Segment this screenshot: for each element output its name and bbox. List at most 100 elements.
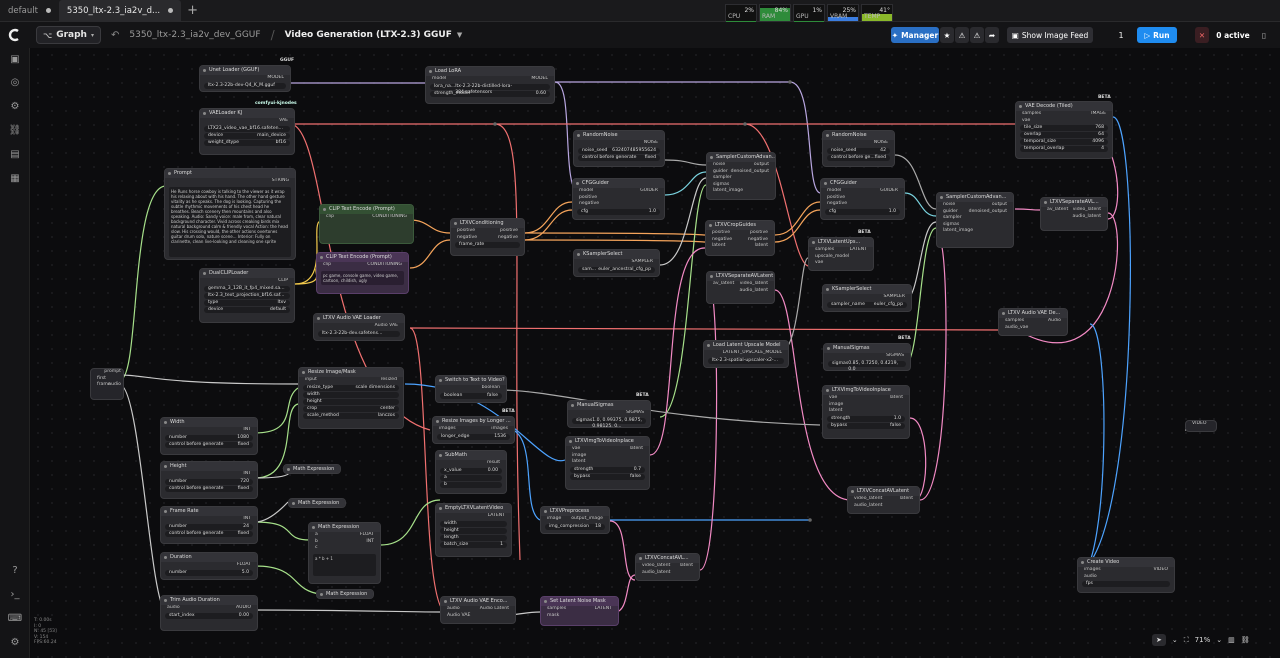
zoom-level[interactable]: 71% <box>1195 636 1211 644</box>
width-input[interactable]: width <box>303 391 399 398</box>
cancel-icon[interactable]: ✕ <box>1195 27 1209 43</box>
undo-icon[interactable]: ↶ <box>111 30 119 41</box>
a-input[interactable]: a <box>440 474 502 481</box>
node-width[interactable]: Width INT number 1080 control before gene… <box>160 417 258 455</box>
dtype-select[interactable]: weight_dtype bf16 <box>204 139 290 146</box>
node-prompt[interactable]: Prompt STRING He Runs horse cowboy is ta… <box>164 168 296 260</box>
share-icon[interactable]: ➦ <box>985 27 999 43</box>
settings-icon[interactable]: ⚙ <box>9 636 21 648</box>
x-value-input[interactable]: x_value 0.00 <box>440 467 502 474</box>
terminal-icon[interactable]: ›_ <box>9 588 21 600</box>
node-math-expression-3[interactable]: Math Expression a FLOAT b INT c a * b + 1 <box>308 522 381 584</box>
height-number-input[interactable]: number 720 <box>165 478 253 485</box>
node-ltxv-concat-av-latent-1[interactable]: LTXVConcatAVL... video_latent latent audi… <box>635 553 700 581</box>
nodes-icon[interactable]: ⚙ <box>9 100 21 112</box>
chevron-down-icon[interactable]: ▼ <box>457 31 462 39</box>
control-select[interactable]: control before generate fixed <box>165 530 253 537</box>
workflow-icon[interactable]: ⛓ <box>9 124 22 136</box>
sigmas-input[interactable]: sigmas 1.0, 0.99375, 0.9875, 0.98125, 0..… <box>572 417 646 427</box>
star-icon[interactable]: ★ <box>940 27 954 43</box>
workflow-title[interactable]: Video Generation (LTX-2.3) GGUF <box>285 30 452 40</box>
browser-tab-default[interactable]: default <box>0 0 59 22</box>
type-select[interactable]: type ltxv <box>204 299 290 306</box>
noise-seed-input[interactable]: noise_seed 632407485955624 <box>578 147 660 154</box>
node-dualclip-loader[interactable]: DualCLIPLoader CLIP gemma_3_12B_it_fp4_m… <box>199 268 295 323</box>
node-ltxv-separate-av-latent-1[interactable]: LTXVSeparateAVLatent av_latent video_late… <box>706 271 775 304</box>
images-icon[interactable]: ▣ <box>9 53 21 65</box>
node-switch-text-to-video[interactable]: Switch to Text to Video? boolean boolean… <box>435 375 507 403</box>
node-ltxv-conditioning[interactable]: LTXVConditioning positive positive negati… <box>450 218 525 256</box>
node-height[interactable]: Height INT number 720 control before gene… <box>160 461 258 499</box>
node-vae-loader[interactable]: VAELoader KJ VAE LTX23_video_vae_bf16.sa… <box>199 108 295 155</box>
strength-input[interactable]: strength 1.0 <box>827 415 905 422</box>
tile-size-input[interactable]: tile_size 768 <box>1020 125 1108 131</box>
node-frame-rate[interactable]: Frame Rate INT number 24 control before g… <box>160 506 258 544</box>
node-ltxv-audio-vae-encode[interactable]: LTXV Audio VAE Enco... audio Audio Latent… <box>440 596 516 624</box>
bypass-toggle[interactable]: bypass false <box>827 422 905 429</box>
clip1-select[interactable]: gemma_3_12B_it_fp4_mixed.sa... <box>204 285 290 292</box>
longer-edge-input[interactable]: longer_edge 1536 <box>437 433 510 440</box>
node-sampler-custom-advanced-2[interactable]: SamplerCustomAdvan... noise output guider… <box>936 192 1014 248</box>
boolean-toggle[interactable]: boolean false <box>440 392 502 399</box>
node-ltxv-preprocess[interactable]: LTXVPreprocess image output_image img_com… <box>540 506 610 534</box>
link-visibility-icon[interactable]: ⛓ <box>1241 636 1250 644</box>
show-image-feed-button[interactable]: ▣ Show Image Feed <box>1007 27 1093 43</box>
temporal-overlap-input[interactable]: temporal_overlap 4 <box>1020 146 1108 152</box>
b-input[interactable]: b <box>440 481 502 488</box>
negative-prompt-textarea[interactable]: pc game, console game, video game, carto… <box>321 270 404 285</box>
node-resize-images-longer-edge[interactable]: Resize Images by Longer ... images images… <box>432 416 515 444</box>
comfy-logo-icon[interactable] <box>0 22 30 48</box>
node-sampler-custom-advanced-1[interactable]: SamplerCustomAdvan... noise output guider… <box>706 152 776 200</box>
node-ltxv-latent-upsampler[interactable]: LTXVLatentUps... samples LATENT upscale_m… <box>808 237 874 271</box>
overlap-input[interactable]: overlap 64 <box>1020 132 1108 138</box>
sigmas-input[interactable]: sigmas 0.85, 0.7250, 0.4219, 0.0 <box>828 360 906 370</box>
duration-number-input[interactable]: number 5.0 <box>165 569 253 576</box>
node-cfg-guider-1[interactable]: CFGGuider model GUIDER positive negative … <box>572 178 665 220</box>
temporal-size-input[interactable]: temporal_size 4096 <box>1020 139 1108 145</box>
node-math-expression-4[interactable]: Math Expression <box>316 589 374 599</box>
workflow-output-node[interactable]: VIDEO <box>1185 420 1217 432</box>
height-input[interactable]: height <box>440 527 507 534</box>
node-ltxv-img-to-video-inplace-1[interactable]: LTXVImgToVideoInplace vae latent image la… <box>565 436 650 490</box>
node-set-latent-noise-mask[interactable]: Set Latent Noise Mask samples LATENT mask <box>540 596 619 626</box>
crop-select[interactable]: crop center <box>303 405 399 412</box>
node-ksampler-select-2[interactable]: KSamplerSelect SAMPLER sampler_name euler… <box>822 284 912 312</box>
warning-icon[interactable]: ⚠ <box>955 27 969 43</box>
models-icon[interactable]: ◎ <box>9 76 21 88</box>
queue-icon[interactable]: ▤ <box>9 148 21 160</box>
node-vae-decode-tiled[interactable]: VAE Decode (Tiled) samples IMAGE vae tile… <box>1015 101 1113 159</box>
expression-textarea[interactable]: a * b + 1 <box>313 553 376 576</box>
node-manual-sigmas-1[interactable]: ManualSigmas SIGMAS sigmas 1.0, 0.99375, … <box>567 400 651 428</box>
node-create-video[interactable]: Create Video images VIDEO audio fps <box>1077 557 1175 593</box>
prompt-textarea[interactable]: He Runs horse cowboy is talking to the v… <box>169 186 291 257</box>
cfg-input[interactable]: cfg 1.0 <box>825 208 900 215</box>
width-input[interactable]: width <box>440 520 507 527</box>
unet-name-select[interactable]: ltx-2.3-22b-dev-Q4_K_M.gguf <box>204 82 286 89</box>
lora-name-select[interactable]: lora_na... ltx-2.3-22b-distilled-lora-384… <box>430 83 550 95</box>
frame-rate-input[interactable]: frame_rate <box>455 242 520 248</box>
node-duration[interactable]: Duration FLOAT number 5.0 <box>160 552 258 580</box>
keyboard-icon[interactable]: ⌨ <box>8 612 22 624</box>
node-audio-vae-loader[interactable]: LTXV Audio VAE Loader Audio VAE ltx-2.3-… <box>313 313 405 341</box>
node-empty-ltxv-latent-video[interactable]: EmptyLTXVLatentVideo LATENT width height… <box>435 503 512 557</box>
queue-status[interactable]: 0 active <box>1213 27 1253 43</box>
resize-type-select[interactable]: resize_type scale dimensions <box>303 384 399 391</box>
help-icon[interactable]: ? <box>9 564 21 576</box>
frame-rate-number-input[interactable]: number 24 <box>165 523 253 530</box>
browser-tab-workflow[interactable]: 5350_ltx-2.3_ia2v_d... <box>58 0 182 22</box>
node-load-lora[interactable]: Load LoRA model MODEL lora_na... ltx-2.3-2… <box>425 66 555 104</box>
cfg-input[interactable]: cfg 1.0 <box>577 208 660 215</box>
select-tool-icon[interactable]: ➤ <box>1152 634 1166 646</box>
node-random-noise-1[interactable]: RandomNoise NOISE noise_seed 632407485955… <box>573 130 665 167</box>
node-resize-image-mask[interactable]: Resize Image/Mask input resized resize_ty… <box>298 367 404 429</box>
new-tab-icon[interactable]: + <box>181 3 204 18</box>
device-select[interactable]: device default <box>204 306 290 313</box>
length-input[interactable]: length <box>440 534 507 541</box>
node-clip-text-encode-negative[interactable]: CLIP Text Encode (Prompt) clip CONDITIONI… <box>316 252 409 294</box>
control-select[interactable]: control before generate fixed <box>165 441 253 448</box>
vae-name-select[interactable]: LTX23_video_vae_bf16.safeten... <box>204 125 290 132</box>
node-ltxv-separate-av-latent-2[interactable]: LTXVSeparateAVL... av_latent video_latent… <box>1040 197 1108 231</box>
noise-seed-input[interactable]: noise_seed 42 <box>827 147 890 154</box>
node-math-expression-2[interactable]: Math Expression <box>288 498 346 508</box>
node-random-noise-2[interactable]: RandomNoise NOISE noise_seed 42 control b… <box>822 130 895 167</box>
